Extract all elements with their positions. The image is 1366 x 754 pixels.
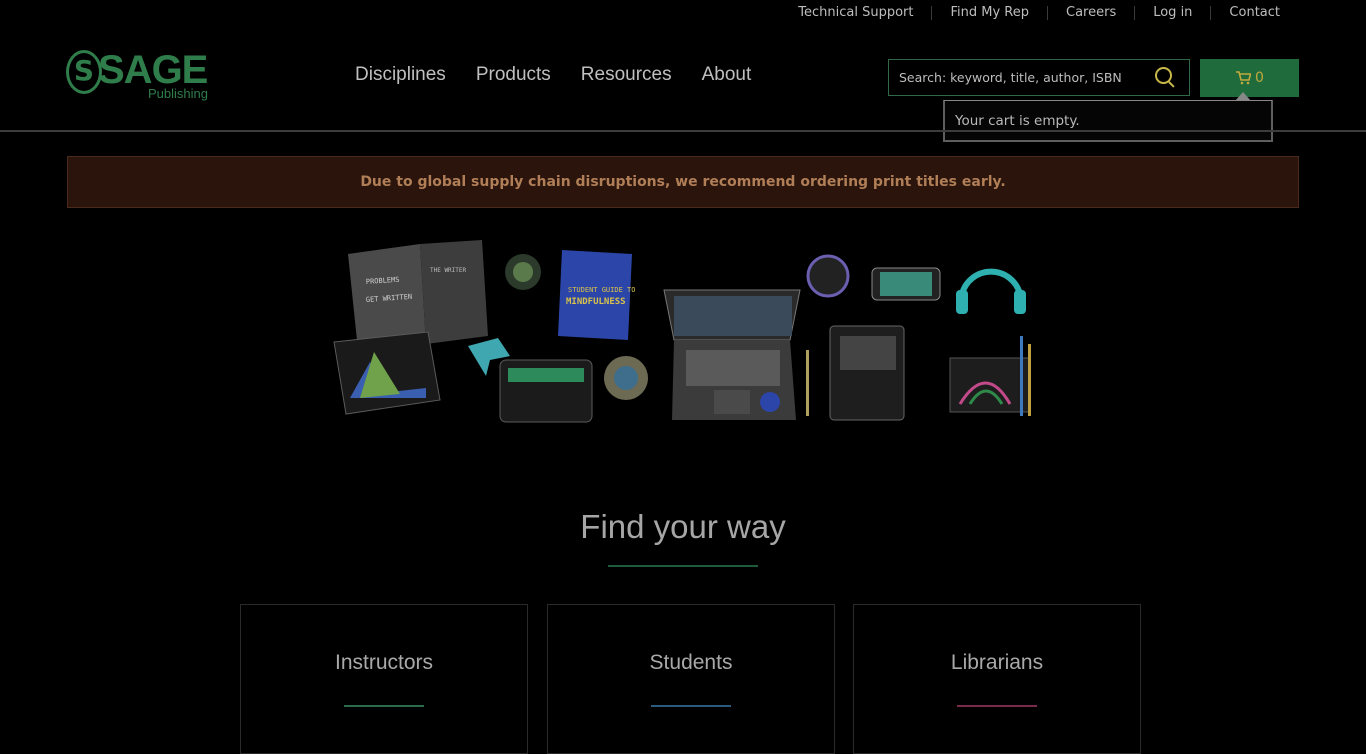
book-right-line: THE WRITER — [430, 267, 467, 274]
cart-count: 0 — [1255, 70, 1264, 86]
search-icon[interactable] — [1153, 65, 1179, 91]
nav-resources[interactable]: Resources — [566, 64, 687, 86]
main-nav: Disciplines Products Resources About — [340, 64, 766, 86]
pen-illustration — [806, 350, 809, 416]
mindfulness-book-illustration: STUDENT GUIDE TO MINDFULNESS — [558, 250, 635, 340]
card-students-accent — [651, 705, 731, 707]
tablet-chart-illustration — [333, 331, 441, 415]
alert-text: Due to global supply chain disruptions, … — [360, 174, 1006, 190]
cart-popup: Your cart is empty. — [943, 92, 1273, 142]
headphones-illustration — [959, 268, 1023, 295]
book-center-line-2: MINDFULNESS — [566, 297, 626, 307]
title-underline — [608, 565, 758, 567]
utility-link-careers[interactable]: Careers — [1047, 6, 1134, 20]
hero-products-illustration: PROBLEMS GET WRITTEN THE WRITER STUDENT … — [333, 240, 1031, 423]
nav-products[interactable]: Products — [461, 64, 566, 86]
utility-link-find-my-rep[interactable]: Find My Rep — [931, 6, 1047, 20]
book-center-line-1: STUDENT GUIDE TO — [568, 286, 635, 294]
nav-disciplines[interactable]: Disciplines — [340, 64, 461, 86]
sage-logo[interactable]: S SAGE Publishing — [66, 48, 212, 104]
search-input[interactable] — [889, 69, 1153, 86]
cart-icon — [1236, 71, 1252, 85]
card-librarians-accent — [957, 705, 1037, 707]
phone-tablet-illustration — [829, 325, 905, 421]
utility-link-contact[interactable]: Contact — [1210, 6, 1298, 20]
utility-link-log-in[interactable]: Log in — [1134, 6, 1210, 20]
utility-nav: Technical Support Find My Rep Careers Lo… — [780, 0, 1298, 26]
utility-link-technical-support[interactable]: Technical Support — [780, 6, 931, 20]
card-librarians[interactable]: Librarians — [853, 604, 1141, 754]
logo-subtitle: Publishing — [148, 86, 208, 101]
search-box — [888, 59, 1190, 96]
laptop-illustration — [663, 289, 801, 420]
cart-empty-message: Your cart is empty. — [955, 112, 1080, 129]
card-librarians-label: Librarians — [950, 651, 1044, 674]
child-drawing-illustration — [949, 336, 1031, 416]
card-instructors-accent — [344, 705, 424, 707]
sage-logo-mark-icon: S — [66, 50, 102, 94]
find-your-way-title: Find your way — [580, 508, 786, 545]
card-instructors[interactable]: Instructors — [240, 604, 528, 754]
header-divider — [0, 130, 1366, 132]
mug-illustration — [806, 254, 850, 298]
card-instructors-label: Instructors — [334, 651, 434, 674]
supply-chain-alert: Due to global supply chain disruptions, … — [67, 156, 1299, 208]
nav-about[interactable]: About — [687, 64, 767, 86]
card-students[interactable]: Students — [547, 604, 835, 754]
card-students-label: Students — [649, 651, 733, 674]
